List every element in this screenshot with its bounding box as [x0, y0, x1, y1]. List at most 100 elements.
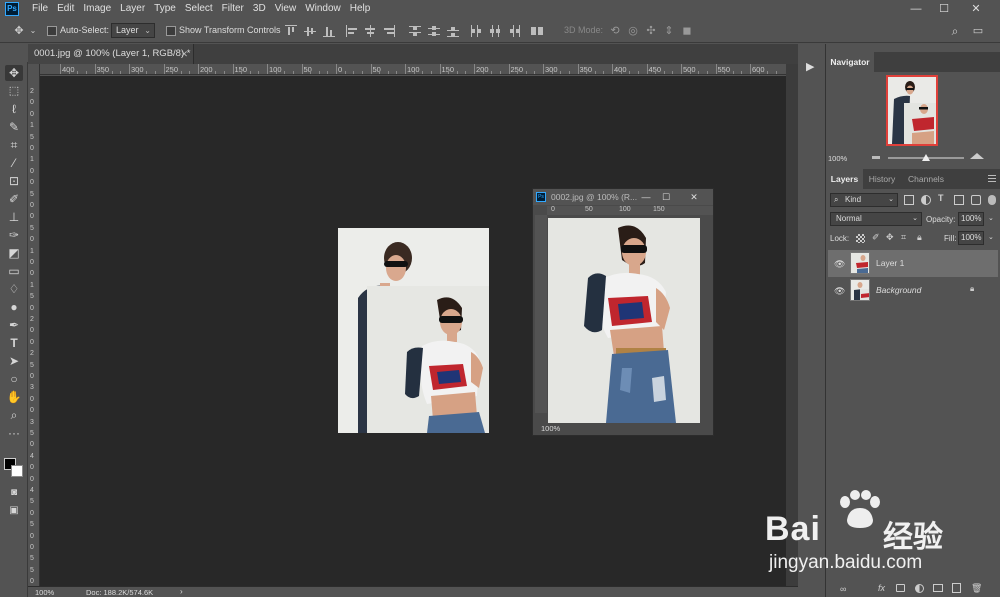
layer-1-image[interactable] — [367, 286, 489, 433]
blur-tool-icon[interactable]: ♢ — [5, 281, 23, 297]
align-right-icon[interactable] — [383, 25, 395, 37]
navigator-zoom[interactable]: 100% — [828, 154, 847, 163]
zoom-level[interactable]: 100% — [35, 588, 54, 597]
dodge-tool-icon[interactable]: ● — [5, 299, 23, 315]
panel-menu-icon[interactable] — [988, 175, 996, 182]
menu-3d[interactable]: 3D — [253, 0, 266, 18]
brush-tool-icon[interactable]: ✐ — [5, 191, 23, 207]
menu-filter[interactable]: Filter — [222, 0, 244, 18]
type-tool-icon[interactable]: T — [5, 335, 23, 351]
maximize-button[interactable]: ☐ — [932, 0, 956, 18]
document-tab[interactable]: 0001.jpg @ 100% (Layer 1, RGB/8) * ✕ — [28, 44, 194, 64]
menu-file[interactable]: File — [32, 0, 48, 18]
zoom-out-icon[interactable] — [872, 156, 880, 159]
opacity-input[interactable]: 100% — [958, 212, 984, 226]
align-left-icon[interactable] — [346, 25, 358, 37]
marquee-tool-icon[interactable]: ⬚ — [5, 83, 23, 99]
eraser-tool-icon[interactable]: ◩ — [5, 245, 23, 261]
background-color-swatch[interactable] — [11, 465, 23, 477]
menu-help[interactable]: Help — [350, 0, 371, 18]
chevron-down-icon[interactable]: ⌄ — [988, 233, 994, 241]
lock-artboard-icon[interactable]: ⌗ — [901, 232, 906, 243]
lock-all-icon[interactable]: 🔒︎ — [917, 232, 922, 243]
link-layers-icon[interactable]: ∞ — [840, 584, 846, 594]
history-brush-tool-icon[interactable]: ✑ — [5, 227, 23, 243]
trash-icon[interactable]: 🗑︎ — [971, 583, 982, 594]
filter-type-icon[interactable]: T — [938, 193, 944, 203]
tab-history[interactable]: History — [864, 169, 900, 189]
distribute-top-icon[interactable] — [409, 25, 421, 37]
new-group-icon[interactable] — [933, 584, 943, 592]
minimize-button[interactable]: — — [637, 189, 655, 205]
3d-slide-icon[interactable]: ⇕ — [662, 24, 676, 38]
chevron-down-icon[interactable]: ⌄ — [988, 214, 994, 222]
layer-name[interactable]: Background — [876, 285, 921, 295]
stamp-tool-icon[interactable]: ⊥ — [5, 209, 23, 225]
screen-mode-icon[interactable]: ▣ — [5, 503, 23, 519]
floating-document-window[interactable]: 0002.jpg @ 100% (R... Ps — ☐ ✕ 0 50 100 … — [532, 188, 714, 436]
shape-tool-icon[interactable]: ○ — [5, 371, 23, 387]
close-window-button[interactable]: ✕ — [685, 189, 703, 205]
quick-mask-icon[interactable]: ◙ — [5, 485, 23, 501]
lock-transparent-icon[interactable] — [856, 234, 865, 243]
close-tab-icon[interactable]: ✕ — [180, 44, 188, 64]
floating-document-image[interactable] — [548, 218, 700, 423]
3d-roll-icon[interactable]: ◎ — [626, 24, 640, 38]
3d-camera-icon[interactable]: ◼ — [680, 24, 694, 38]
filter-pixel-icon[interactable] — [904, 195, 914, 205]
pen-tool-icon[interactable]: ✒ — [5, 317, 23, 333]
minimize-button[interactable]: — — [904, 0, 928, 18]
menu-image[interactable]: Image — [83, 0, 111, 18]
hand-tool-icon[interactable]: ✋ — [5, 389, 23, 405]
tab-channels[interactable]: Channels — [902, 169, 950, 189]
document-image[interactable] — [338, 228, 489, 433]
layer-row-background[interactable]: 👁︎ Background 🔒︎ — [828, 277, 998, 304]
menu-view[interactable]: View — [275, 0, 297, 18]
more-tools-icon[interactable]: ··· — [5, 425, 23, 441]
align-top-icon[interactable] — [285, 25, 297, 37]
auto-select-checkbox[interactable] — [47, 26, 57, 36]
maximize-button[interactable]: ☐ — [657, 189, 675, 205]
fill-input[interactable]: 100% — [958, 231, 984, 245]
layer-row-layer-1[interactable]: 👁︎ Layer 1 — [828, 250, 998, 277]
show-transform-checkbox[interactable] — [166, 26, 176, 36]
3d-orbit-icon[interactable]: ⟲ — [608, 24, 622, 38]
align-hcenter-icon[interactable] — [364, 25, 376, 37]
distribute-bottom-icon[interactable] — [447, 25, 459, 37]
layer-mask-icon[interactable] — [896, 584, 905, 592]
align-vcenter-icon[interactable] — [304, 25, 316, 37]
gradient-tool-icon[interactable]: ▭ — [5, 263, 23, 279]
align-bottom-icon[interactable] — [323, 25, 335, 37]
crop-tool-icon[interactable]: ⌗ — [5, 137, 23, 153]
distribute-left-icon[interactable] — [470, 25, 482, 37]
filter-toggle-icon[interactable] — [988, 195, 996, 205]
tab-layers[interactable]: Layers — [826, 169, 863, 189]
navigator-preview[interactable] — [886, 75, 938, 146]
tab-navigator[interactable]: Navigator — [826, 52, 874, 72]
lock-pixels-icon[interactable]: ✐ — [872, 232, 880, 243]
new-layer-icon[interactable] — [952, 583, 961, 593]
filter-adjustment-icon[interactable] — [921, 195, 931, 205]
zoom-tool-icon[interactable]: ⌕ — [5, 407, 23, 423]
layer-style-icon[interactable]: fx — [878, 583, 885, 593]
chevron-right-icon[interactable]: › — [180, 587, 183, 596]
filter-shape-icon[interactable] — [954, 195, 964, 205]
distribute-right-icon[interactable] — [508, 25, 520, 37]
layer-filter-dropdown[interactable]: ⌕ Kind ⌄ — [830, 193, 898, 207]
menu-layer[interactable]: Layer — [120, 0, 145, 18]
healing-tool-icon[interactable]: ⊡ — [5, 173, 23, 189]
visibility-eye-icon[interactable]: 👁︎ — [834, 286, 845, 297]
blend-mode-dropdown[interactable]: Normal ⌄ — [830, 212, 922, 226]
menu-select[interactable]: Select — [185, 0, 213, 18]
floating-zoom-level[interactable]: 100% — [535, 423, 713, 435]
menu-edit[interactable]: Edit — [57, 0, 74, 18]
3d-pan-icon[interactable]: ✣ — [644, 24, 658, 38]
lock-icon[interactable]: 🔒︎ — [970, 284, 974, 294]
expand-panels-icon[interactable]: ▶ — [806, 60, 814, 73]
path-select-tool-icon[interactable]: ➤ — [5, 353, 23, 369]
search-icon[interactable]: ⌕ — [948, 24, 962, 38]
lasso-tool-icon[interactable]: ℓ — [5, 101, 23, 117]
slider-handle[interactable] — [922, 154, 930, 161]
filter-smart-object-icon[interactable] — [971, 195, 981, 205]
move-tool-icon[interactable]: ✥ — [5, 65, 23, 81]
